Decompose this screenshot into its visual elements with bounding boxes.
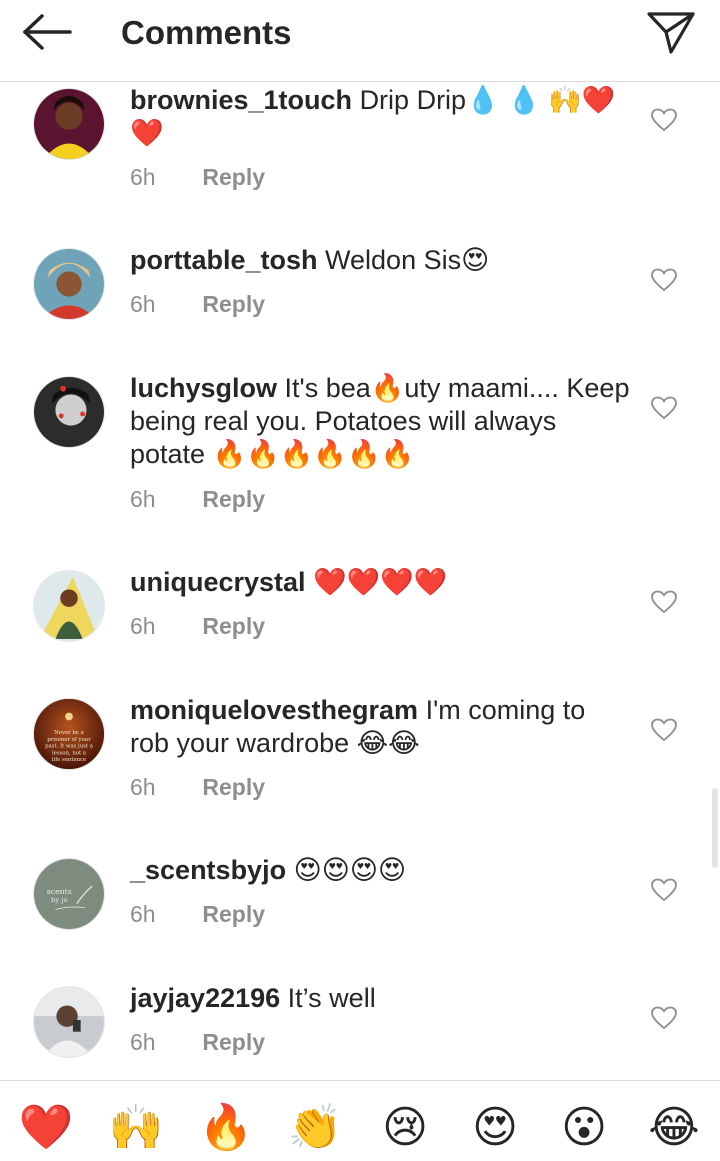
scrollbar[interactable] [712, 788, 718, 868]
svg-text:prisoner of your: prisoner of your [47, 737, 91, 743]
reaction-fire-button[interactable]: 🔥 [198, 1103, 254, 1153]
comment-meta: 6h Reply [130, 291, 265, 318]
share-button[interactable] [645, 8, 697, 56]
reaction-raised-hands-button[interactable]: 🙌 [108, 1103, 164, 1153]
avatar[interactable] [33, 376, 105, 448]
reply-button[interactable]: Reply [202, 164, 265, 190]
reply-button[interactable]: Reply [202, 774, 265, 800]
comment-body: porttable_tosh Weldon Sis😍 [130, 244, 630, 277]
reply-button[interactable]: Reply [202, 901, 265, 927]
paper-plane-icon [647, 12, 695, 54]
page-title: Comments [121, 14, 292, 51]
comment-time: 6h [130, 613, 156, 639]
comment-text: It’s well [287, 983, 376, 1013]
comment-time: 6h [130, 774, 156, 800]
avatar-quote-text: Never be a [54, 730, 84, 736]
avatar-logo-text: scents [47, 887, 72, 896]
svg-text:past. It was just a: past. It was just a [45, 744, 94, 750]
reaction-laughing-face-button[interactable]: 😂 [646, 1103, 702, 1153]
avatar[interactable] [33, 88, 105, 160]
comment-meta: 6h Reply [130, 164, 265, 191]
comment-body: _scentsbyjo 😍😍😍😍 [130, 854, 630, 887]
comment-time: 6h [130, 164, 156, 190]
comment-body: brownies_1touch Drip Drip💧 💧 🙌❤️ ❤️ [130, 84, 630, 150]
avatar[interactable] [33, 248, 105, 320]
avatar-photo: scents by jo [34, 859, 104, 929]
comment-username[interactable]: moniquelovesthegram [130, 695, 418, 725]
avatar[interactable] [33, 986, 105, 1058]
heart-outline-icon [651, 878, 677, 902]
comment-text: Weldon Sis😍 [325, 245, 490, 275]
comment-meta: 6h Reply [130, 1029, 265, 1056]
reaction-heart-button[interactable]: ❤️ [18, 1103, 74, 1153]
comment-username[interactable]: uniquecrystal [130, 567, 306, 597]
comment-time: 6h [130, 1029, 156, 1055]
comment-meta: 6h Reply [130, 486, 265, 513]
comment-time: 6h [130, 901, 156, 927]
avatar-photo [34, 377, 104, 447]
comment-username[interactable]: _scentsbyjo [130, 855, 286, 885]
avatar[interactable]: scents by jo [33, 858, 105, 930]
avatar[interactable]: Never be a prisoner of your past. It was… [33, 698, 105, 770]
comment-body: luchysglow It's bea🔥uty maami.... Keep b… [130, 372, 630, 471]
avatar-photo [34, 987, 104, 1057]
like-button[interactable] [651, 718, 677, 742]
heart-outline-icon [651, 718, 677, 742]
reply-button[interactable]: Reply [202, 613, 265, 639]
like-button[interactable] [651, 396, 677, 420]
comment-body: jayjay22196 It’s well [130, 982, 630, 1015]
comment-time: 6h [130, 291, 156, 317]
heart-outline-icon [651, 108, 677, 132]
comment-meta: 6h Reply [130, 613, 265, 640]
comment-username[interactable]: jayjay22196 [130, 983, 280, 1013]
reaction-surprised-face-button[interactable]: 😮 [556, 1103, 612, 1153]
comment-time: 6h [130, 486, 156, 512]
reaction-heart-eyes-button[interactable]: 😍 [467, 1103, 523, 1153]
heart-outline-icon [651, 396, 677, 420]
comment-meta: 6h Reply [130, 774, 265, 801]
comment-list[interactable]: brownies_1touch Drip Drip💧 💧 🙌❤️ ❤️ 6h R… [0, 82, 720, 1080]
heart-outline-icon [651, 1006, 677, 1030]
like-button[interactable] [651, 1006, 677, 1030]
svg-text:life sentence: life sentence [52, 757, 86, 763]
avatar-photo [34, 249, 104, 319]
top-bar: Comments [0, 0, 720, 82]
comment-meta: 6h Reply [130, 901, 265, 928]
reply-button[interactable]: Reply [202, 1029, 265, 1055]
comment-body: moniquelovesthegram I'm coming to rob yo… [130, 694, 630, 760]
avatar-photo [34, 89, 104, 159]
avatar-photo: Never be a prisoner of your past. It was… [34, 699, 104, 769]
like-button[interactable] [651, 268, 677, 292]
reaction-clap-button[interactable]: 👏 [287, 1103, 343, 1153]
comment-username[interactable]: brownies_1touch [130, 85, 352, 115]
reply-button[interactable]: Reply [202, 291, 265, 317]
heart-outline-icon [651, 268, 677, 292]
like-button[interactable] [651, 108, 677, 132]
avatar[interactable] [33, 570, 105, 642]
reaction-crying-face-button[interactable]: 😢 [377, 1103, 433, 1153]
reply-button[interactable]: Reply [202, 486, 265, 512]
heart-outline-icon [651, 590, 677, 614]
svg-text:by jo: by jo [51, 896, 68, 904]
arrow-left-icon [23, 14, 72, 50]
like-button[interactable] [651, 590, 677, 614]
like-button[interactable] [651, 878, 677, 902]
svg-text:lesson, not a: lesson, not a [52, 750, 87, 756]
back-button[interactable] [20, 12, 76, 56]
avatar-photo [34, 571, 104, 641]
comment-username[interactable]: porttable_tosh [130, 245, 318, 275]
comment-username[interactable]: luchysglow [130, 373, 277, 403]
comment-text: ❤️❤️❤️❤️ [313, 567, 448, 597]
comment-text: 😍😍😍😍 [293, 855, 407, 885]
quick-reactions-bar: ❤️ 🙌 🔥 👏 😢 😍 😮 😂 [0, 1080, 720, 1161]
comment-body: uniquecrystal ❤️❤️❤️❤️ [130, 566, 630, 599]
